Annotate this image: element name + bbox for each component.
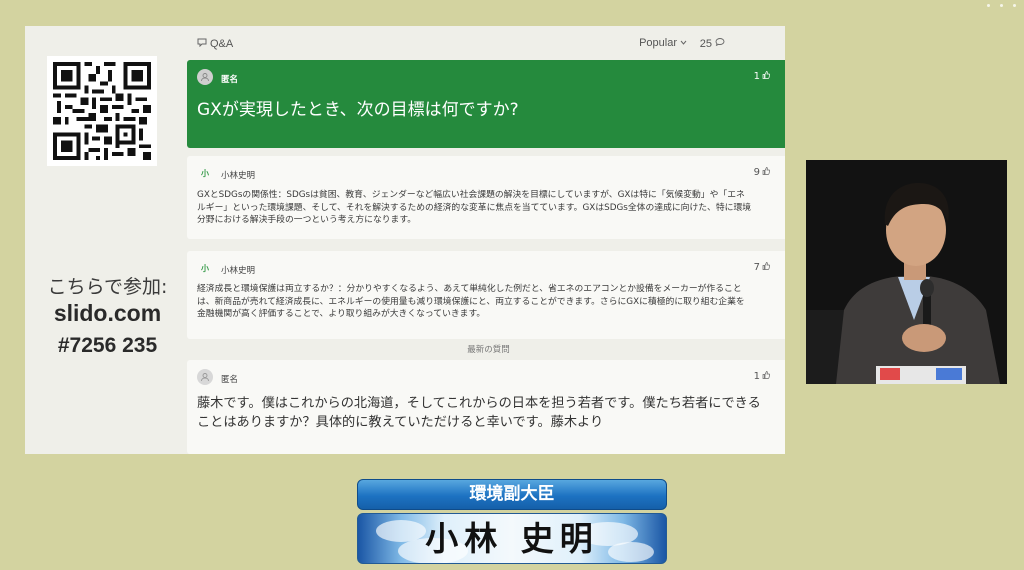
sort-label: Popular [639, 37, 677, 49]
recent-questions-label: 最新の質問 [467, 345, 510, 355]
sort-dropdown[interactable]: Popular [639, 37, 687, 49]
recent-question-card[interactable]: 匿名 1 藤木です。僕はこれからの北海道，そしてこれからの日本を担う若者です。僕… [187, 360, 785, 454]
qa-header: Q&A Popular 25 [197, 37, 755, 53]
speaker-name-caption: 小林 史明 [357, 513, 667, 564]
question-text: GXが実現したとき、次の目標は何ですか? [197, 100, 519, 120]
speaker-image [806, 160, 1007, 384]
comment-icon [715, 37, 725, 50]
anonymous-avatar-icon [197, 369, 213, 385]
thumbs-up-icon [762, 371, 771, 382]
question-author: 匿名 [221, 75, 239, 85]
like-count: 9 [753, 167, 760, 178]
thumbs-up-icon [762, 262, 771, 273]
thumbs-up-icon [762, 71, 771, 82]
author-avatar: 小 [201, 168, 209, 178]
chevron-down-icon [680, 37, 687, 49]
like-count: 7 [753, 262, 760, 273]
answer-author: 小林史明 [221, 171, 256, 181]
like-count: 1 [753, 371, 760, 382]
thumbs-up-icon [762, 167, 771, 178]
qr-code-image [53, 62, 151, 160]
like-count: 1 [753, 71, 760, 82]
like-button[interactable]: 7 [753, 262, 771, 273]
tab-qa-label: Q&A [210, 37, 234, 50]
like-button[interactable]: 1 [753, 371, 771, 382]
speaker-video [806, 160, 1007, 384]
speaker-name: 小林 史明 [425, 519, 599, 558]
qr-code [47, 56, 157, 166]
like-button[interactable]: 9 [753, 167, 771, 178]
question-author: 匿名 [221, 375, 239, 385]
answer-text: GXとSDGsの関係性：SDGsは貧困、教育、ジェンダーなど幅広い社会課題の解決… [197, 190, 752, 226]
author-avatar: 小 [201, 263, 209, 273]
question-count-value: 25 [699, 37, 712, 50]
slido-panel: こちらで参加: slido.com #7256 235 Q&A Popular … [25, 26, 785, 454]
question-text: 藤木です。僕はこれからの北海道，そしてこれからの日本を担う若者です。僕たち若者に… [197, 396, 761, 430]
speaker-title-caption: 環境副大臣 [357, 479, 667, 510]
join-label: こちらで参加: [47, 276, 168, 298]
qa-icon [197, 37, 207, 50]
featured-question-card[interactable]: 匿名 1 GXが実現したとき、次の目標は何ですか? [187, 60, 785, 148]
join-url[interactable]: slido.com [25, 300, 190, 327]
tab-qa[interactable]: Q&A [197, 37, 233, 50]
event-code: #7256 235 [57, 334, 158, 357]
answer-text: 経済成長と環境保護は両立するか？：分かりやすくなるよう、あえて単純化した例だと、… [197, 284, 745, 320]
like-button[interactable]: 1 [753, 71, 771, 82]
anonymous-avatar-icon [197, 69, 213, 85]
answer-author: 小林史明 [221, 266, 256, 276]
answer-card[interactable]: 小 小林史明 9 GXとSDGsの関係性：SDGsは貧困、教育、ジェンダーなど幅… [187, 156, 785, 239]
window-controls [987, 4, 1016, 7]
answer-card[interactable]: 小 小林史明 7 経済成長と環境保護は両立するか？：分かりやすくなるよう、あえて… [187, 251, 785, 339]
question-count: 25 [700, 37, 725, 50]
